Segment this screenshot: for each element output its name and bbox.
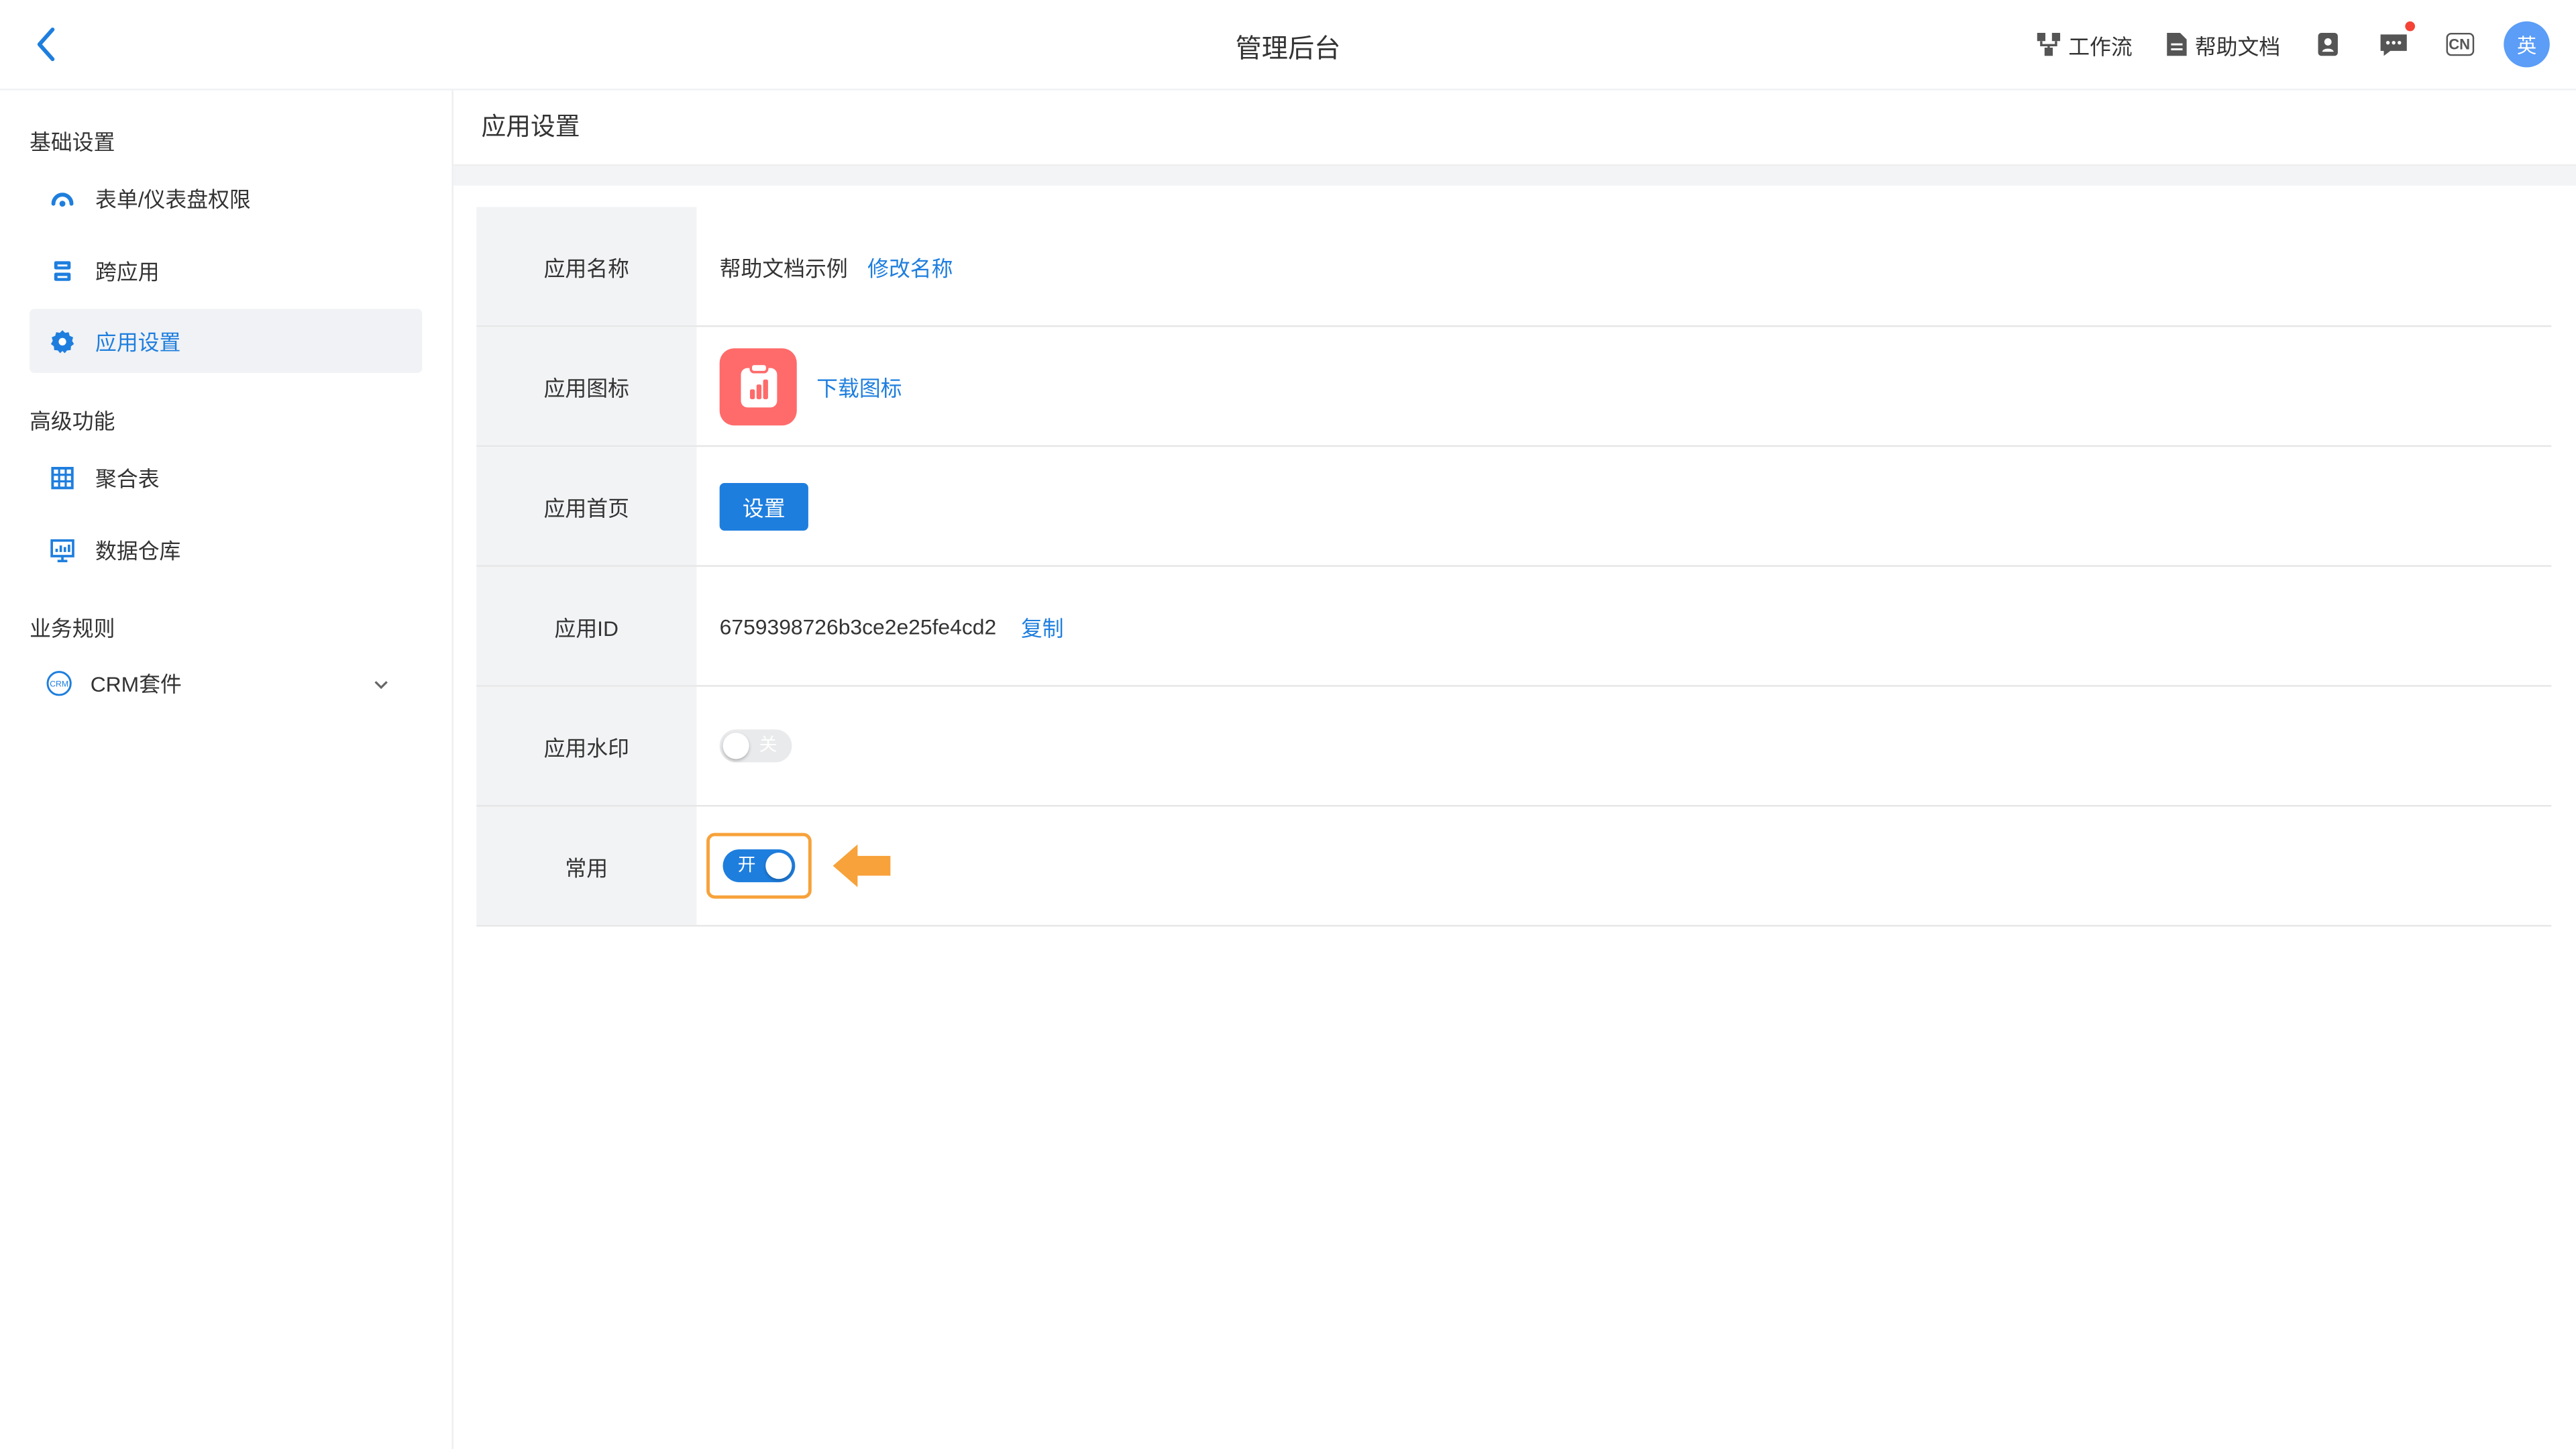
- notification-dot: [2405, 21, 2416, 32]
- row-label-watermark: 应用水印: [476, 686, 697, 806]
- main-content: 应用设置 应用名称 帮助文档示例 修改名称 应用图标 下载图标 应用首页 设置 …: [453, 90, 2576, 1449]
- dashboard-icon: [49, 185, 75, 211]
- table-row: 应用图标 下载图标: [476, 327, 2552, 447]
- toggle-text: 开: [737, 855, 756, 876]
- avatar[interactable]: 英: [2504, 21, 2550, 68]
- sidebar: 基础设置 表单/仪表盘权限 跨应用 应用设置 高级功能 聚合表 数据仓库 业务规…: [0, 90, 453, 1449]
- clipboard-chart-icon: [740, 362, 777, 408]
- watermark-toggle[interactable]: 关: [719, 729, 792, 763]
- app-id-value: 6759398726b3ce2e25fe4cd2: [719, 613, 997, 639]
- workflow-button[interactable]: 工作流: [2035, 29, 2133, 60]
- sidebar-item-crm-suite[interactable]: CRM CRM套件: [30, 651, 422, 715]
- svg-text:CRM: CRM: [50, 678, 68, 688]
- help-docs-button[interactable]: 帮助文档: [2165, 29, 2280, 60]
- sidebar-item-label: 跨应用: [95, 259, 160, 284]
- homepage-settings-button[interactable]: 设置: [719, 482, 808, 530]
- group-title-basic: 基础设置: [30, 129, 115, 155]
- app-name-value: 帮助文档示例: [719, 255, 848, 280]
- toggle-text: 关: [759, 736, 777, 756]
- sidebar-item-cross-app[interactable]: 跨应用: [30, 238, 422, 303]
- sidebar-item-label: CRM套件: [90, 672, 182, 697]
- sidebar-item-label: 应用设置: [95, 330, 181, 355]
- contacts-button[interactable]: [2310, 26, 2346, 62]
- row-label-common: 常用: [476, 806, 697, 925]
- language-badge: CN: [2445, 32, 2473, 56]
- row-value-app-id: 6759398726b3ce2e25fe4cd2 复制: [696, 567, 2551, 685]
- gear-icon: [49, 328, 75, 354]
- sidebar-item-aggregate-table[interactable]: 聚合表: [30, 445, 422, 510]
- app-icon: [719, 347, 797, 425]
- contacts-icon: [2318, 32, 2338, 56]
- common-toggle[interactable]: 开: [722, 849, 796, 883]
- table-row: 应用名称 帮助文档示例 修改名称: [476, 207, 2552, 327]
- messages-button[interactable]: [2375, 21, 2416, 62]
- rename-link[interactable]: 修改名称: [867, 250, 953, 282]
- row-label-app-name: 应用名称: [476, 207, 697, 325]
- table-row: 应用水印 关: [476, 686, 2552, 807]
- download-icon-link[interactable]: 下载图标: [816, 370, 902, 402]
- group-title-advanced: 高级功能: [30, 409, 115, 434]
- arrow-left-icon: [833, 844, 891, 888]
- table-row: 常用 开: [476, 806, 2552, 927]
- row-label-app-id: 应用ID: [476, 566, 697, 686]
- crm-icon: CRM: [44, 669, 74, 696]
- sidebar-item-label: 聚合表: [95, 466, 160, 492]
- sidebar-item-data-warehouse[interactable]: 数据仓库: [30, 517, 422, 582]
- data-warehouse-icon: [49, 537, 75, 563]
- divider-band: [453, 166, 2576, 186]
- copy-link[interactable]: 复制: [1021, 610, 1064, 642]
- table-row: 应用首页 设置: [476, 447, 2552, 567]
- highlight-box: 开: [706, 833, 812, 899]
- workflow-icon: [2037, 32, 2060, 56]
- row-label-homepage: 应用首页: [476, 447, 697, 566]
- group-title-business-rules: 业务规则: [30, 616, 115, 641]
- row-value-common: 开: [696, 806, 2551, 924]
- top-bar: 管理后台 工作流 帮助文档 CN 英: [0, 0, 2576, 91]
- table-row: 应用ID 6759398726b3ce2e25fe4cd2 复制: [476, 566, 2552, 687]
- row-value-homepage: 设置: [696, 447, 2551, 565]
- document-icon: [2167, 32, 2187, 56]
- top-right-actions: 工作流 帮助文档 CN 英: [2002, 21, 2550, 68]
- sidebar-item-label: 数据仓库: [95, 539, 181, 564]
- chat-icon: [2380, 34, 2407, 56]
- table-grid-icon: [49, 464, 75, 490]
- toggle-knob: [765, 853, 792, 879]
- settings-table: 应用名称 帮助文档示例 修改名称 应用图标 下载图标 应用首页 设置 应用ID …: [476, 207, 2552, 927]
- sidebar-item-form-permissions[interactable]: 表单/仪表盘权限: [30, 166, 422, 230]
- chevron-down-icon[interactable]: [373, 672, 389, 702]
- sidebar-item-label: 表单/仪表盘权限: [95, 187, 251, 212]
- toggle-knob: [722, 733, 749, 759]
- cross-app-icon: [49, 257, 75, 283]
- section-title: 应用设置: [453, 91, 2576, 166]
- row-value-app-icon: 下载图标: [696, 327, 2551, 445]
- language-button[interactable]: CN: [2441, 26, 2477, 62]
- workflow-label: 工作流: [2068, 34, 2133, 58]
- sidebar-item-app-settings[interactable]: 应用设置: [30, 309, 423, 373]
- row-label-app-icon: 应用图标: [476, 327, 697, 445]
- help-docs-label: 帮助文档: [2194, 34, 2281, 58]
- row-value-watermark: 关: [696, 687, 2551, 805]
- row-value-app-name: 帮助文档示例 修改名称: [696, 207, 2551, 325]
